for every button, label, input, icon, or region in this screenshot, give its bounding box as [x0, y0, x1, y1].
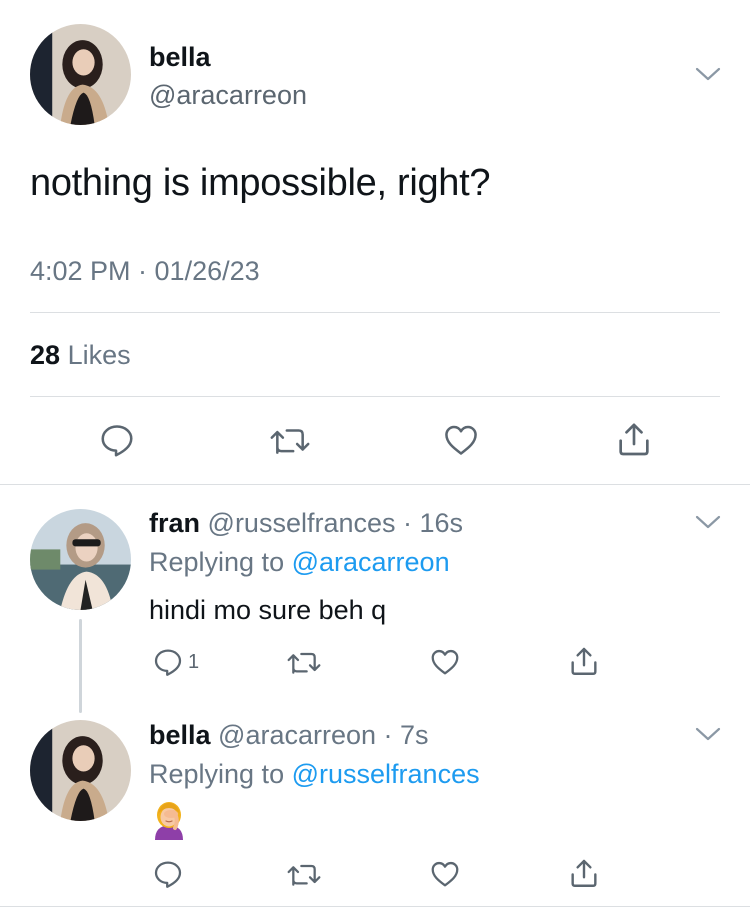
divider — [0, 484, 750, 485]
tweet-timestamp[interactable]: 4:02 PM · 01/26/23 — [30, 256, 260, 287]
reply-icon — [154, 649, 182, 676]
like-icon — [431, 861, 459, 887]
reply-author-name[interactable]: fran — [149, 508, 200, 538]
reply-author-handle[interactable]: @aracarreon — [218, 720, 376, 750]
replying-to: Replying to @aracarreon — [149, 547, 450, 578]
reply-text: 🤦‍♀️ — [149, 800, 189, 840]
author-handle[interactable]: @aracarreon — [149, 80, 307, 111]
avatar[interactable] — [30, 24, 131, 125]
like-icon — [431, 649, 459, 675]
replying-to-prefix: Replying to — [149, 759, 285, 789]
divider — [30, 312, 720, 313]
reply-icon — [101, 425, 133, 457]
share-icon — [571, 647, 597, 675]
replying-to: Replying to @russelfrances — [149, 759, 480, 790]
retweet-button[interactable] — [286, 858, 322, 890]
like-icon — [445, 425, 477, 455]
like-button[interactable] — [428, 858, 462, 890]
likes-count: 28 — [30, 340, 61, 370]
chevron-down-icon[interactable] — [695, 514, 721, 530]
reply-author-handle[interactable]: @russelfrances — [208, 508, 396, 538]
replying-to-prefix: Replying to — [149, 547, 285, 577]
share-icon — [571, 859, 597, 887]
reply-button[interactable] — [152, 858, 184, 890]
divider — [30, 396, 720, 397]
share-button[interactable] — [567, 856, 601, 890]
divider — [0, 906, 750, 907]
retweet-button[interactable] — [269, 421, 311, 459]
share-button[interactable] — [567, 644, 601, 678]
share-button[interactable] — [614, 419, 654, 459]
avatar[interactable] — [30, 509, 131, 610]
reply-icon — [154, 861, 182, 888]
retweet-button[interactable] — [286, 646, 322, 678]
facepalm-emoji-icon — [155, 802, 183, 840]
reply-header: fran @russelfrances · 16s — [149, 508, 463, 539]
reply-time[interactable]: · 7s — [384, 720, 429, 750]
reply-time[interactable]: · 16s — [403, 508, 463, 538]
like-button[interactable] — [428, 646, 462, 678]
thread-line — [79, 619, 82, 713]
chevron-down-icon[interactable] — [695, 66, 721, 82]
chevron-down-icon[interactable] — [695, 726, 721, 742]
avatar[interactable] — [30, 720, 131, 821]
reply-count: 1 — [188, 650, 200, 673]
author-name[interactable]: bella — [149, 42, 211, 73]
reply-author-name[interactable]: bella — [149, 720, 211, 750]
retweet-icon — [270, 429, 310, 454]
replying-to-link[interactable]: @russelfrances — [292, 759, 480, 789]
reply-button[interactable] — [98, 421, 136, 459]
tweet-text: nothing is impossible, right? — [30, 162, 491, 204]
likes-label: Likes — [67, 340, 131, 370]
like-button[interactable] — [441, 421, 481, 459]
reply-button[interactable]: 1 — [152, 646, 199, 678]
likes-summary[interactable]: 28 Likes — [30, 340, 131, 371]
retweet-icon — [287, 864, 321, 886]
reply-text: hindi mo sure beh q — [149, 595, 387, 625]
reply-header: bella @aracarreon · 7s — [149, 720, 429, 751]
replying-to-link[interactable]: @aracarreon — [292, 547, 450, 577]
share-icon — [619, 423, 649, 456]
retweet-icon — [287, 652, 321, 674]
